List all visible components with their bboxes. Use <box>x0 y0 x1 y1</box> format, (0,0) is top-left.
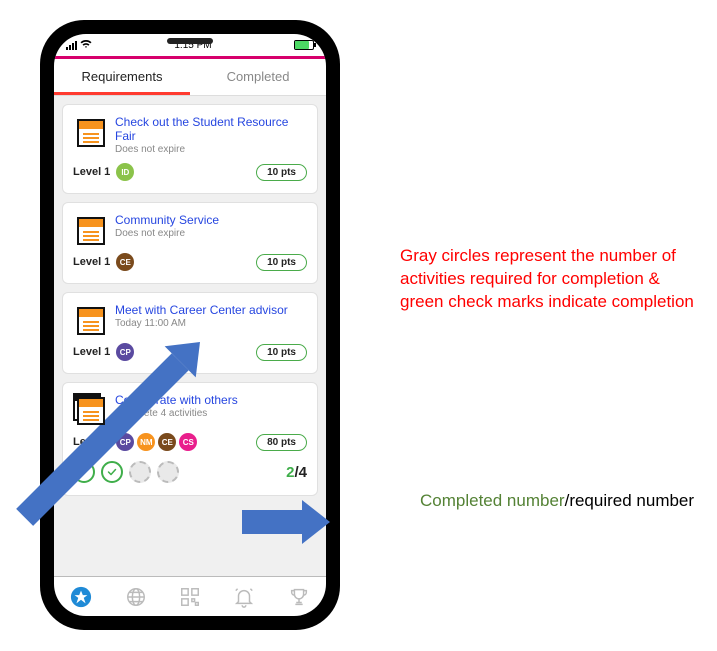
nav-bell-icon[interactable] <box>232 585 256 609</box>
level-label: Level 1 <box>73 166 110 178</box>
tab-requirements[interactable]: Requirements <box>54 59 190 95</box>
wifi-icon <box>80 39 92 52</box>
task-card[interactable]: Community ServiceDoes not expire Level 1 C… <box>62 202 318 284</box>
card-subtitle: Today 11:00 AM <box>115 318 307 329</box>
points-pill: 10 pts <box>256 254 307 271</box>
points-pill: 10 pts <box>256 344 307 361</box>
category-chips: CE <box>116 253 134 271</box>
signal-icon <box>66 41 77 50</box>
category-chip: CE <box>116 253 134 271</box>
category-chip: CP <box>116 343 134 361</box>
annotation-red: Gray circles represent the number of act… <box>400 245 700 314</box>
task-list-icon <box>73 115 105 147</box>
category-chips: ID <box>116 163 134 181</box>
annotation-green-black: Completed number/required number <box>420 490 710 513</box>
tab-completed[interactable]: Completed <box>190 59 326 95</box>
level-label: Level 1 <box>73 256 110 268</box>
task-list-icon <box>73 213 105 245</box>
card-subtitle: Does not expire <box>115 228 307 239</box>
phone-speaker <box>167 38 213 44</box>
category-chip: ID <box>116 163 134 181</box>
task-card[interactable]: Check out the Student Resource FairDoes … <box>62 104 318 194</box>
progress-count: 2/4 <box>286 464 307 481</box>
category-chip: NM <box>137 433 155 451</box>
tabs: Requirements Completed <box>54 59 326 96</box>
category-chip: CE <box>158 433 176 451</box>
nav-star-icon[interactable] <box>69 585 93 609</box>
task-list-icon <box>73 303 105 335</box>
card-title: Check out the Student Resource Fair <box>115 115 307 143</box>
card-subtitle: Does not expire <box>115 144 307 155</box>
task-multi-icon <box>73 393 105 425</box>
category-chips: CP <box>116 343 134 361</box>
annotation-green-part: Completed number <box>420 491 565 510</box>
level-label: Level 1 <box>73 346 110 358</box>
annotation-black-part: required number <box>569 491 694 510</box>
card-title: Meet with Career Center advisor <box>115 303 307 317</box>
battery-icon <box>294 40 314 50</box>
points-pill: 80 pts <box>256 434 307 451</box>
bottom-nav <box>54 576 326 616</box>
nav-trophy-icon[interactable] <box>287 585 311 609</box>
arrow-to-count <box>242 500 330 544</box>
category-chip: CS <box>179 433 197 451</box>
nav-qr-icon[interactable] <box>178 585 202 609</box>
progress-dot-empty <box>157 461 179 483</box>
nav-globe-icon[interactable] <box>124 585 148 609</box>
card-title: Community Service <box>115 213 307 227</box>
progress-total-number: /4 <box>294 464 307 481</box>
points-pill: 10 pts <box>256 164 307 181</box>
progress-dot-empty <box>129 461 151 483</box>
